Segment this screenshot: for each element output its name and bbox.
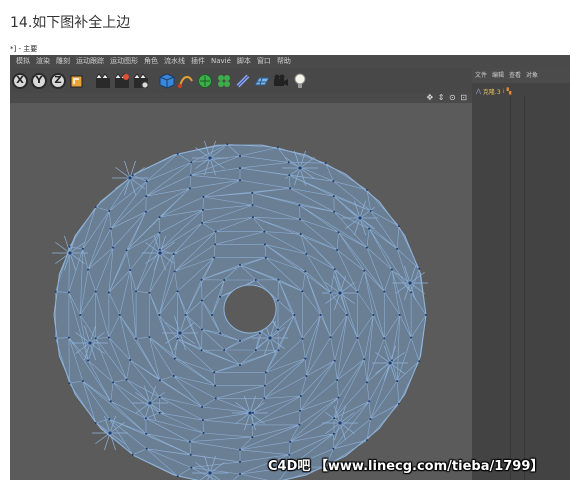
menu-render[interactable]: 渲染 — [36, 55, 50, 68]
object-manager-panel: 文件 编辑 查看 对象 ⋀ 克隆.3 ⁞ ▚ — [472, 68, 570, 480]
c4d-window: 模拟 渲染 雕刻 运动跟踪 运动图形 角色 流水线 插件 Navié 脚本 窗口… — [10, 55, 570, 480]
object-row[interactable]: ⋀ 克隆.3 ⁞ ▚ — [472, 86, 570, 96]
camera-icon[interactable] — [273, 73, 289, 89]
light-icon[interactable] — [292, 73, 308, 89]
viewport-3d[interactable] — [10, 103, 472, 480]
column-divider — [510, 96, 511, 480]
y-axis-lock-button[interactable]: Y — [31, 72, 47, 89]
render-view-icon[interactable] — [95, 72, 111, 89]
menu-mograph[interactable]: 运动图形 — [110, 55, 138, 68]
viewport-header: ✥ ⇕ ⊙ ⊡ — [10, 93, 472, 103]
om-menu-view[interactable]: 查看 — [509, 68, 521, 83]
z-axis-lock-button[interactable]: Z — [50, 72, 66, 89]
page-caption: 14.如下图补全上边 — [10, 15, 131, 31]
om-menu-edit[interactable]: 编辑 — [492, 68, 504, 83]
viewport-nav-controls[interactable]: ✥ ⇕ ⊙ ⊡ — [427, 93, 468, 103]
menu-bar: 模拟 渲染 雕刻 运动跟踪 运动图形 角色 流水线 插件 Navié 脚本 窗口… — [10, 55, 570, 68]
om-menu-file[interactable]: 文件 — [475, 68, 487, 83]
floor-icon[interactable] — [254, 73, 270, 89]
menu-window[interactable]: 窗口 — [257, 55, 271, 68]
tag-icon[interactable]: ▚ — [507, 88, 512, 95]
deformer-icon[interactable] — [235, 73, 251, 89]
object-name: 克隆.3 — [482, 88, 501, 96]
spline-pen-icon[interactable] — [178, 73, 194, 89]
coordinate-system-icon[interactable] — [69, 73, 85, 89]
menu-plugins[interactable]: 插件 — [191, 55, 205, 68]
window-title: *] - 主要 — [10, 45, 38, 53]
menu-pipeline[interactable]: 流水线 — [164, 55, 185, 68]
watermark: C4D吧 【www.linecg.com/tieba/1799】 — [268, 459, 544, 474]
cube-icon[interactable] — [159, 72, 175, 89]
menu-sculpt[interactable]: 雕刻 — [56, 55, 70, 68]
main-toolbar: X Y Z — [10, 68, 472, 93]
menu-motion-tracking[interactable]: 运动跟踪 — [76, 55, 104, 68]
object-manager-menu: 文件 编辑 查看 对象 — [472, 68, 570, 83]
render-picture-queue-icon[interactable] — [114, 72, 130, 89]
menu-script[interactable]: 脚本 — [237, 55, 251, 68]
menu-character[interactable]: 角色 — [144, 55, 158, 68]
object-type-icon: ⋀ — [476, 87, 481, 95]
x-axis-lock-button[interactable]: X — [12, 72, 28, 89]
subdivision-surface-icon[interactable] — [197, 73, 213, 89]
render-settings-icon[interactable] — [133, 72, 149, 89]
polygon-ring-mesh — [52, 140, 428, 480]
cloner-icon[interactable] — [216, 73, 232, 89]
menu-simulate[interactable]: 模拟 — [16, 55, 30, 68]
om-menu-object[interactable]: 对象 — [526, 68, 538, 83]
menu-help[interactable]: 帮助 — [277, 55, 291, 68]
column-divider — [524, 96, 525, 480]
visibility-icon[interactable]: ⁞ — [503, 88, 505, 95]
menu-navie[interactable]: Navié — [211, 55, 231, 68]
